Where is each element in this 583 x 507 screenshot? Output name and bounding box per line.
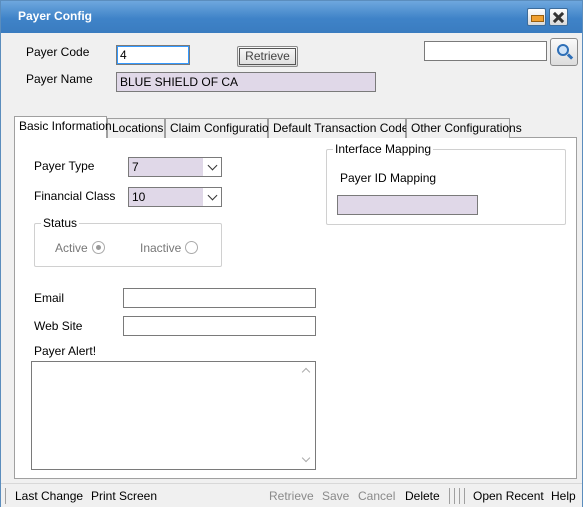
last-change-button[interactable]: Last Change	[15, 489, 83, 503]
inactive-radio[interactable]	[185, 241, 198, 254]
inactive-label: Inactive	[140, 241, 182, 255]
payer-alert-textarea[interactable]	[31, 361, 316, 470]
scroll-down-icon[interactable]	[301, 453, 311, 463]
website-label: Web Site	[34, 319, 83, 333]
search-input[interactable]	[424, 41, 547, 61]
payer-type-value: 7	[132, 160, 139, 174]
help-button[interactable]: Help	[551, 489, 576, 503]
retrieve-button[interactable]: Retrieve	[237, 46, 298, 67]
active-label: Active	[55, 241, 88, 255]
cancel-button[interactable]: Cancel	[358, 489, 395, 503]
window-title: Payer Config	[18, 9, 93, 23]
payer-id-mapping-label: Payer ID Mapping	[340, 171, 437, 185]
payer-id-mapping-field[interactable]	[337, 195, 478, 215]
email-label: Email	[34, 291, 65, 305]
save-button[interactable]: Save	[322, 489, 349, 503]
title-bar[interactable]: Payer Config	[1, 1, 582, 33]
minimize-icon[interactable]	[527, 8, 546, 26]
financial-class-value: 10	[132, 190, 146, 204]
status-legend: Status	[41, 216, 80, 230]
active-radio[interactable]	[92, 241, 105, 254]
close-icon[interactable]	[549, 8, 568, 26]
payer-name-field[interactable]: BLUE SHIELD OF CA	[116, 72, 376, 92]
action-bar: Last Change Print Screen Retrieve Save C…	[1, 483, 582, 507]
retrieve-action-button[interactable]: Retrieve	[269, 489, 314, 503]
interface-mapping-legend: Interface Mapping	[333, 142, 434, 156]
tab-other-configurations[interactable]: Other Configurations	[406, 118, 522, 138]
financial-class-label: Financial Class	[34, 189, 116, 203]
payer-config-window: Payer Config Payer Code 4 Retrieve Payer…	[0, 0, 583, 507]
tab-claim-configuration[interactable]: Claim Configuration	[165, 118, 275, 138]
search-button[interactable]	[550, 38, 578, 66]
payer-alert-scrollbar[interactable]	[298, 362, 315, 469]
scroll-up-icon[interactable]	[301, 367, 311, 377]
payer-code-label: Payer Code	[26, 45, 90, 59]
open-recent-button[interactable]: Open Recent	[473, 489, 544, 503]
payer-name-label: Payer Name	[26, 72, 93, 86]
tab-locations[interactable]: Locations	[107, 118, 165, 138]
website-field[interactable]	[123, 316, 316, 336]
email-field[interactable]	[123, 288, 316, 308]
payer-type-select[interactable]: 7	[128, 157, 222, 177]
tab-default-transaction-codes[interactable]: Default Transaction Codes	[268, 118, 414, 138]
tab-basic-information[interactable]: Basic Information	[14, 116, 112, 138]
payer-code-input[interactable]: 4	[116, 45, 190, 65]
delete-button[interactable]: Delete	[405, 489, 440, 503]
financial-class-select[interactable]: 10	[128, 187, 222, 207]
payer-type-label: Payer Type	[34, 159, 95, 173]
payer-alert-label: Payer Alert!	[34, 344, 97, 358]
print-screen-button[interactable]: Print Screen	[91, 489, 157, 503]
